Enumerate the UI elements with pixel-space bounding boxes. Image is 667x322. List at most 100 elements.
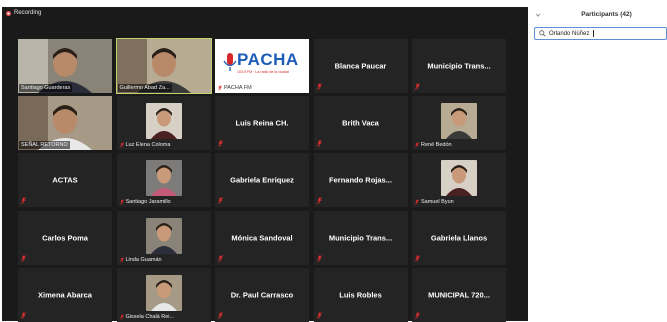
participant-name: Luis Reina CH.	[235, 118, 289, 128]
participant-label-text: Santiago Jaramillo	[125, 199, 171, 206]
muted-mic-icon	[21, 312, 26, 319]
muted-mic-icon	[21, 197, 26, 205]
participant-tile[interactable]: SEÑAL RETORNO	[18, 96, 112, 151]
participant-avatar	[441, 160, 477, 197]
muted-mic-icon	[119, 257, 124, 263]
participant-label-text: Luz Elena Coloma	[125, 142, 171, 149]
participant-name: Gabriela Enriquez	[230, 175, 294, 185]
participant-tile[interactable]: Samuel Byun	[412, 153, 506, 208]
participant-search-field[interactable]: Orlando Núñez	[534, 27, 667, 40]
participant-name: Mónica Sandoval	[231, 233, 293, 243]
participant-label-text: René Bedón	[421, 142, 452, 149]
participant-tile[interactable]: Blanca Paucar	[313, 39, 408, 93]
participant-tile[interactable]: PACHA 103.9 FM · La radio de la ciudad PAC…	[215, 39, 309, 93]
participant-name: Brith Vaca	[342, 118, 379, 128]
recording-indicator[interactable]: Recording	[6, 10, 41, 16]
participant-video-image	[441, 160, 477, 197]
participant-avatar	[441, 103, 477, 140]
participant-label-text: SEÑAL RETORNO	[21, 142, 68, 149]
participant-avatar	[145, 274, 182, 311]
participant-video-image	[145, 274, 182, 311]
recording-label: Recording	[14, 10, 42, 16]
participant-tile[interactable]: Mónica Sandoval	[215, 210, 309, 265]
muted-mic-icon	[316, 197, 322, 205]
participant-tile[interactable]: ACTAS	[18, 153, 112, 208]
participant-name: Ximena Abarca	[38, 290, 92, 300]
participant-tile[interactable]: Luis Robles	[313, 267, 408, 322]
participant-tile[interactable]: MUNICIPAL 720...	[412, 267, 506, 322]
muted-mic-icon	[218, 197, 223, 205]
record-icon	[6, 10, 11, 16]
participant-name: Luis Robles	[339, 290, 382, 300]
participant-label-text: Linda Guamán	[125, 256, 162, 263]
muted-mic-icon	[415, 312, 420, 319]
participant-avatar	[145, 217, 182, 254]
participants-panel: Participants (42) Orlando Núñez	[528, 7, 667, 321]
muted-mic-icon	[119, 199, 124, 205]
participant-name: Municipio Trans...	[328, 233, 393, 243]
participant-label: Linda Guamán	[118, 256, 164, 264]
muted-mic-icon	[415, 254, 420, 262]
participant-tile[interactable]: Gissela Chalá Rei...	[116, 267, 211, 322]
participant-avatar	[145, 103, 182, 140]
participant-label: PACHA FM	[216, 84, 254, 92]
muted-mic-icon	[21, 254, 26, 262]
muted-mic-icon	[316, 140, 322, 147]
participant-video-image	[441, 103, 477, 140]
participant-avatar	[145, 160, 182, 197]
participant-label: René Bedón	[413, 141, 454, 149]
search-icon	[539, 30, 546, 37]
participant-tile[interactable]: Fernando Rojas...	[313, 153, 408, 208]
participant-label: Santiago Jaramillo	[118, 198, 173, 206]
muted-mic-icon	[316, 254, 322, 262]
video-gallery: Recording Santiago Guarderas Guillermo Ab…	[2, 7, 528, 322]
participant-tile[interactable]: Gabriela Llanos	[412, 210, 506, 265]
participant-tile[interactable]: Municipio Trans...	[313, 210, 408, 265]
participant-label: Luz Elena Coloma	[118, 141, 173, 149]
participant-tile[interactable]: Carlos Poma	[18, 210, 112, 265]
participant-tile[interactable]: Municipio Trans...	[412, 39, 506, 93]
participant-name: Carlos Poma	[42, 233, 88, 243]
participant-tile[interactable]: René Bedón	[412, 96, 506, 151]
participant-tile[interactable]: Brith Vaca	[313, 96, 408, 151]
participant-name: Fernando Rojas...	[329, 175, 392, 185]
participant-name: Gabriela Llanos	[430, 233, 488, 243]
muted-mic-icon	[415, 199, 419, 205]
muted-mic-icon	[218, 312, 223, 319]
participant-label: Samuel Byun	[413, 198, 456, 206]
logo-text: PACHA	[237, 50, 299, 69]
participant-label-text: Guillermo Abad Za...	[119, 85, 170, 91]
participant-name: Dr. Paul Carrasco	[230, 290, 294, 300]
participant-tile[interactable]: Guillermo Abad Za...	[115, 38, 212, 94]
muted-mic-icon	[316, 83, 322, 90]
participant-video-image	[145, 103, 182, 140]
participant-label-text: Santiago Guarderas	[21, 85, 71, 91]
muted-mic-icon	[218, 254, 223, 262]
participant-name: Blanca Paucar	[334, 61, 387, 71]
participant-label: Guillermo Abad Za...	[117, 84, 172, 92]
participant-name: ACTAS	[52, 175, 78, 185]
participant-name: Municipio Trans...	[427, 61, 491, 71]
participant-label: SEÑAL RETORNO	[19, 141, 70, 150]
participant-tile[interactable]: Linda Guamán	[116, 210, 211, 265]
participant-tile[interactable]: Dr. Paul Carrasco	[215, 267, 309, 322]
muted-mic-icon	[415, 142, 419, 148]
muted-mic-icon	[218, 85, 222, 91]
participant-tile[interactable]: Santiago Jaramillo	[116, 153, 211, 208]
participant-label: Santiago Guarderas	[19, 84, 73, 92]
logo-subtitle: 103.9 FM · La radio de la ciudad	[237, 70, 289, 74]
participant-name: MUNICIPAL 720...	[428, 290, 490, 300]
muted-mic-icon	[119, 142, 124, 148]
participant-tile[interactable]: Gabriela Enriquez	[215, 153, 309, 208]
muted-mic-icon	[316, 312, 322, 319]
participant-video-image	[145, 160, 182, 197]
participant-label: Gissela Chalá Rei...	[118, 313, 177, 321]
participant-label-text: Samuel Byun	[421, 199, 454, 206]
participant-tile[interactable]: Luis Reina CH.	[215, 96, 309, 151]
participant-tile[interactable]: Luz Elena Coloma	[116, 96, 211, 151]
text-caret	[593, 30, 595, 37]
participant-label-text: PACHA FM	[224, 85, 252, 91]
participant-tile[interactable]: Ximena Abarca	[18, 267, 112, 322]
participants-title: Participants (42)	[581, 11, 632, 18]
participant-tile[interactable]: Santiago Guarderas	[18, 39, 112, 93]
